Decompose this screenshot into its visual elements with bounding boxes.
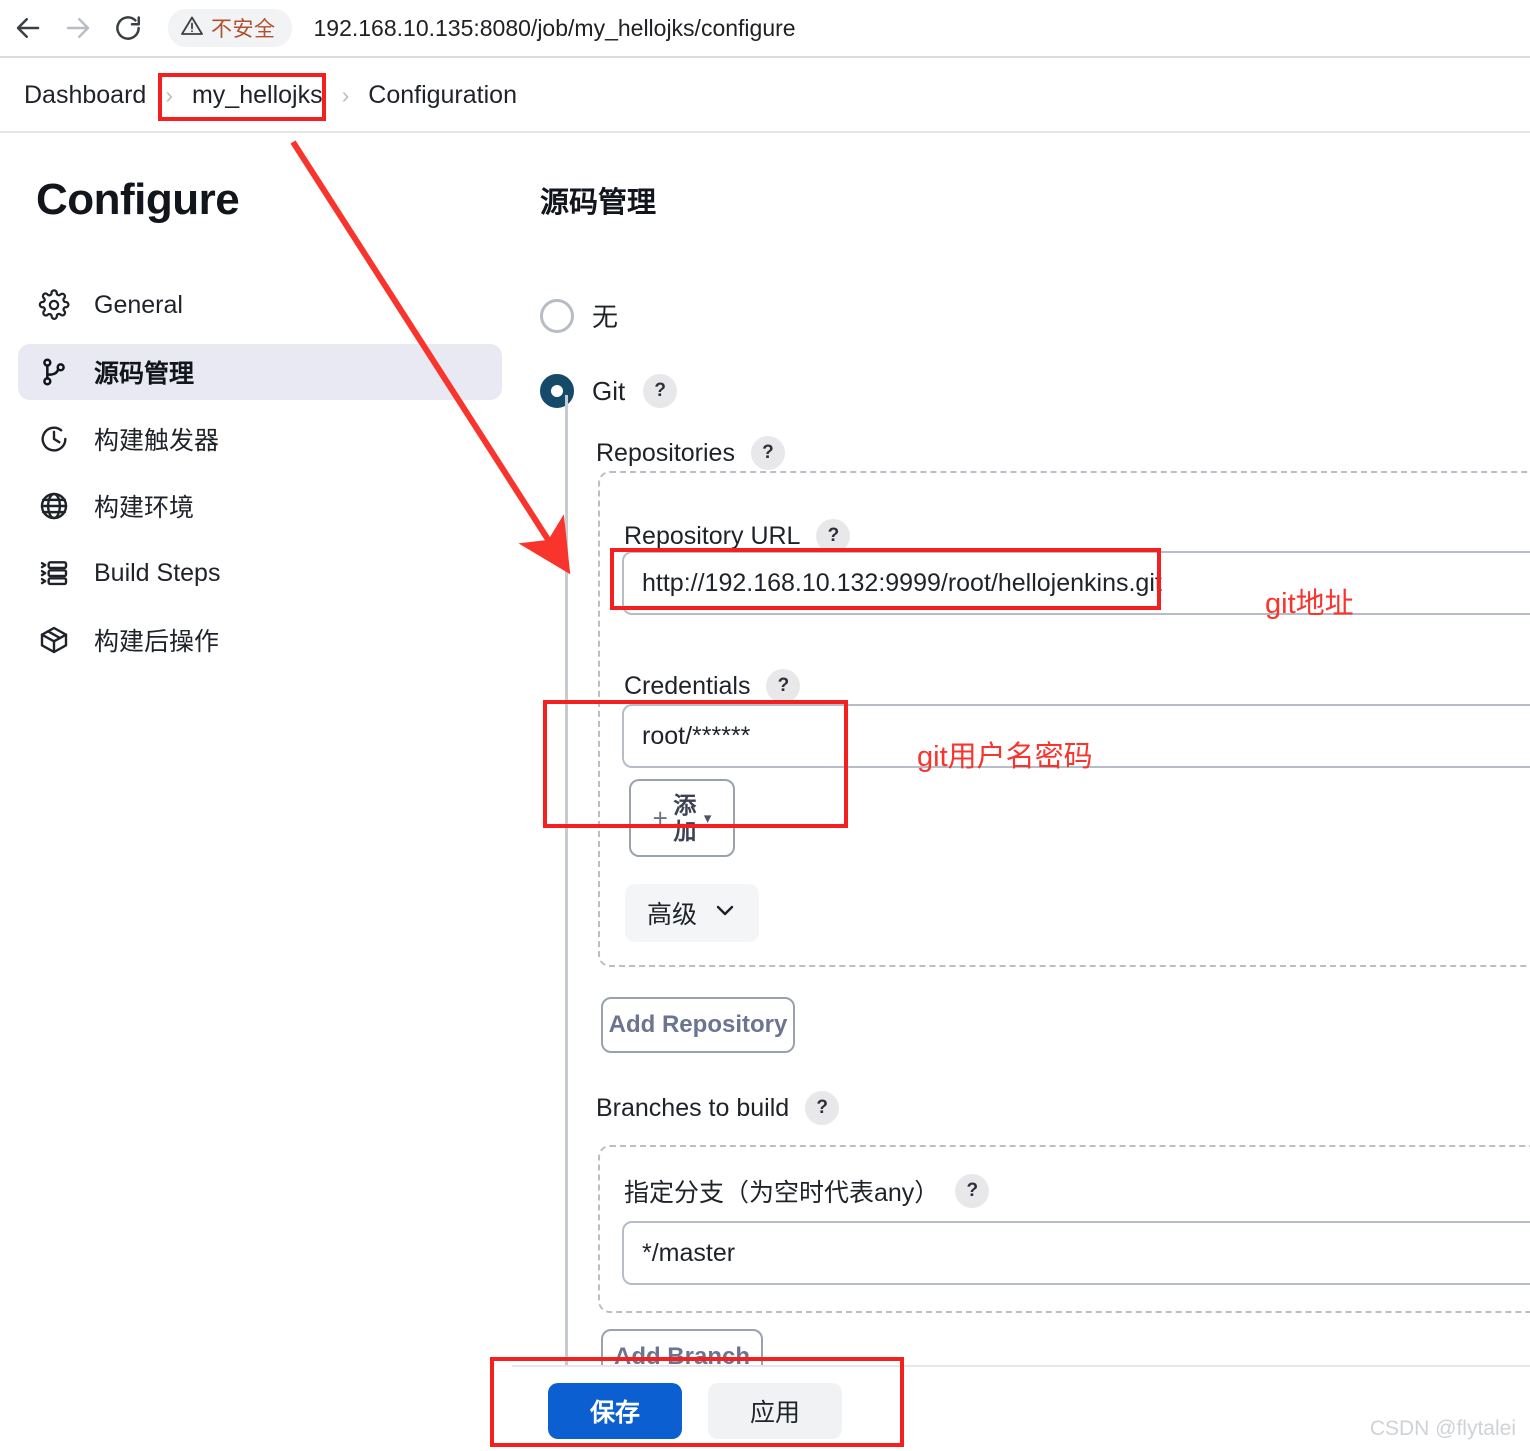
help-icon-branch-specifier[interactable]: ? bbox=[955, 1174, 990, 1208]
branches-to-build-label: Branches to build bbox=[596, 1093, 790, 1122]
section-title: 源码管理 bbox=[540, 187, 657, 219]
scm-option-none[interactable]: 无 bbox=[540, 297, 618, 334]
branch-specifier-label: 指定分支（为空时代表any） bbox=[624, 1179, 940, 1207]
add-credentials-button[interactable]: + 添加 ▾ bbox=[629, 779, 735, 857]
reload-button[interactable] bbox=[106, 6, 150, 50]
globe-icon bbox=[36, 488, 72, 524]
sidebar-item-build-environment[interactable]: 构建环境 bbox=[18, 478, 502, 534]
breadcrumb-item-dashboard[interactable]: Dashboard bbox=[14, 77, 156, 114]
branch-specifier-input[interactable]: */master bbox=[622, 1221, 1530, 1285]
scm-config-panel: 源码管理 无 Git ? Repositories ? Repository U… bbox=[512, 133, 1530, 1451]
branch-specifier-label-group: 指定分支（为空时代表any） ? bbox=[624, 1173, 990, 1209]
list-steps-icon bbox=[36, 555, 72, 591]
help-icon-git[interactable]: ? bbox=[643, 374, 678, 408]
git-section-indent-line bbox=[565, 395, 568, 1425]
add-credentials-label: 添加 bbox=[673, 792, 697, 844]
arrow-left-icon bbox=[13, 13, 43, 43]
back-button[interactable] bbox=[6, 6, 50, 50]
repository-url-label-group: Repository URL ? bbox=[624, 519, 851, 553]
credentials-label-group: Credentials ? bbox=[624, 669, 801, 703]
sidebar-item-scm[interactable]: 源码管理 bbox=[18, 344, 502, 400]
breadcrumb-separator: › bbox=[165, 81, 173, 108]
sidebar-item-label: General bbox=[94, 290, 183, 319]
apply-button[interactable]: 应用 bbox=[708, 1383, 842, 1439]
arrow-right-icon bbox=[63, 13, 93, 43]
radio-git[interactable] bbox=[540, 374, 574, 408]
security-label: 不安全 bbox=[211, 18, 276, 41]
sidebar-item-label: 构建环境 bbox=[94, 494, 195, 522]
advanced-label: 高级 bbox=[647, 901, 698, 929]
git-branch-icon bbox=[36, 354, 72, 390]
warning-triangle-icon bbox=[180, 14, 204, 43]
sidebar-item-label: Build Steps bbox=[94, 558, 221, 587]
radio-none[interactable] bbox=[540, 298, 574, 333]
repository-url-input[interactable]: http://192.168.10.132:9999/root/hellojen… bbox=[622, 551, 1530, 615]
sidebar-item-build-triggers[interactable]: 构建触发器 bbox=[18, 411, 502, 467]
sidebar-item-label: 构建触发器 bbox=[94, 427, 220, 455]
watermark: CSDN @flytalei bbox=[1369, 1417, 1516, 1440]
save-button[interactable]: 保存 bbox=[548, 1383, 682, 1439]
browser-toolbar: 不安全 192.168.10.135:8080/job/my_hellojks/… bbox=[0, 0, 1530, 56]
credentials-select[interactable]: root/****** bbox=[622, 704, 1530, 768]
sidebar-item-general[interactable]: General bbox=[18, 277, 502, 333]
help-icon-credentials[interactable]: ? bbox=[766, 669, 801, 703]
sidebar-nav: General 源码管理 构建触发器 构建环境 Build Steps 构建后操… bbox=[18, 277, 502, 679]
forward-button[interactable] bbox=[56, 6, 100, 50]
help-icon-branches[interactable]: ? bbox=[805, 1091, 840, 1125]
reload-icon bbox=[113, 13, 143, 43]
clock-icon bbox=[36, 421, 72, 457]
package-icon bbox=[36, 622, 72, 658]
sidebar-item-label: 源码管理 bbox=[94, 360, 195, 388]
configure-sidebar: Configure General 源码管理 构建触发器 构建环境 Build … bbox=[0, 133, 512, 1451]
add-repository-button[interactable]: Add Repository bbox=[601, 997, 795, 1053]
breadcrumb: Dashboard › my_hellojks › Configuration bbox=[0, 58, 1530, 132]
breadcrumb-item-my-hellojks[interactable]: my_hellojks bbox=[182, 77, 333, 114]
sidebar-item-build-steps[interactable]: Build Steps bbox=[18, 545, 502, 601]
sidebar-item-post-build-actions[interactable]: 构建后操作 bbox=[18, 612, 502, 668]
scm-option-label: Git bbox=[592, 375, 626, 406]
scm-option-label: 无 bbox=[592, 302, 619, 332]
help-icon-repositories[interactable]: ? bbox=[750, 436, 785, 470]
security-indicator[interactable]: 不安全 bbox=[168, 9, 292, 47]
credentials-label: Credentials bbox=[624, 671, 751, 700]
plus-icon: + bbox=[652, 803, 668, 833]
repositories-label-group: Repositories ? bbox=[596, 436, 785, 470]
help-icon-repository-url[interactable]: ? bbox=[816, 519, 851, 553]
sidebar-item-label: 构建后操作 bbox=[94, 628, 220, 656]
address-bar[interactable]: 不安全 192.168.10.135:8080/job/my_hellojks/… bbox=[168, 7, 1530, 49]
gear-icon bbox=[36, 287, 72, 323]
scm-option-git[interactable]: Git ? bbox=[540, 374, 678, 408]
branches-label-group: Branches to build ? bbox=[596, 1091, 840, 1125]
breadcrumb-separator: › bbox=[341, 81, 350, 108]
url-text: 192.168.10.135:8080/job/my_hellojks/conf… bbox=[313, 14, 796, 41]
repository-url-label: Repository URL bbox=[624, 521, 801, 550]
chevron-down-icon bbox=[713, 898, 737, 929]
page-title: Configure bbox=[36, 175, 240, 224]
advanced-button[interactable]: 高级 bbox=[625, 884, 760, 942]
caret-down-icon: ▾ bbox=[703, 810, 712, 827]
repositories-label: Repositories bbox=[596, 438, 735, 467]
breadcrumb-item-configuration[interactable]: Configuration bbox=[358, 77, 527, 114]
